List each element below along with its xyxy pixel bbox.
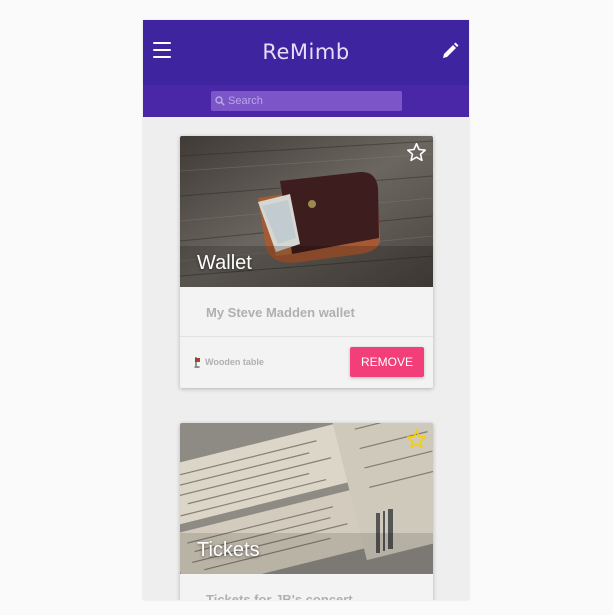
star-filled-icon[interactable]	[406, 429, 427, 450]
item-card-wallet[interactable]: Wallet My Steve Madden wallet Wooden tab…	[180, 136, 433, 388]
pencil-icon[interactable]	[440, 41, 460, 61]
location-info: Wooden table	[193, 356, 264, 368]
card-image-wallet: Wallet	[180, 136, 433, 287]
app-screen: ReMimb Search Wallet My Steve Madden wal…	[143, 20, 469, 600]
star-outline-icon[interactable]	[406, 142, 427, 163]
search-bar	[143, 85, 469, 117]
item-card-tickets[interactable]: Tickets Tickets for JB's concert	[180, 423, 433, 600]
search-input[interactable]	[228, 95, 398, 107]
app-title: ReMimb	[262, 40, 350, 64]
card-description: My Steve Madden wallet	[180, 287, 433, 337]
card-image-tickets: Tickets	[180, 423, 433, 574]
search-icon	[215, 96, 225, 106]
card-title: Wallet	[197, 252, 252, 274]
card-description: Tickets for JB's concert	[180, 574, 433, 600]
location-label: Wooden table	[205, 357, 264, 367]
search-box[interactable]	[211, 91, 402, 111]
app-bar: ReMimb	[143, 20, 469, 85]
card-actions: Wooden table REMOVE	[180, 337, 433, 388]
remove-button[interactable]: REMOVE	[350, 347, 424, 377]
location-pin-icon	[194, 357, 200, 368]
card-title: Tickets	[197, 539, 260, 561]
